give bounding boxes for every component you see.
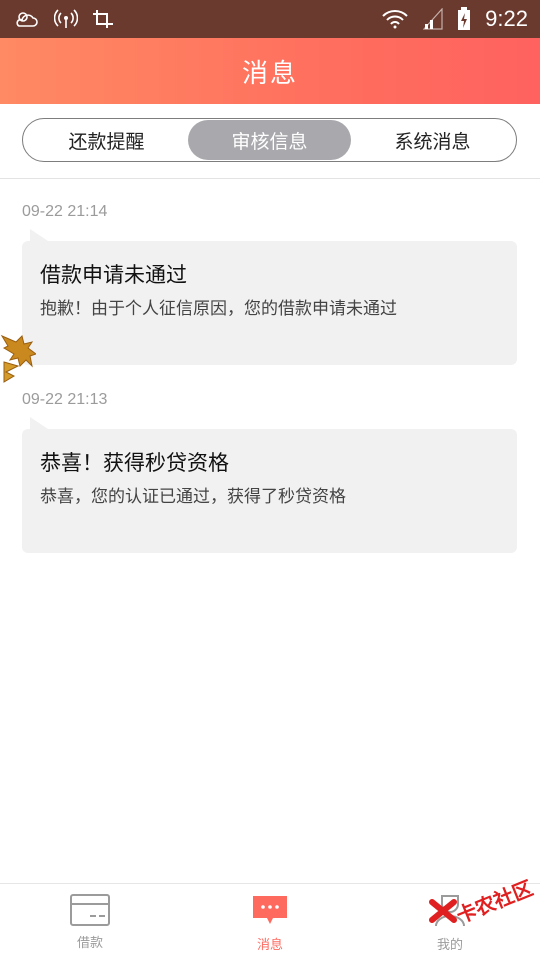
nav-item-messages[interactable]: 消息 (180, 884, 360, 961)
message-body: 抱歉！由于个人征信原因，您的借款申请未通过 (40, 299, 397, 319)
message-body: 恭喜，您的认证已通过，获得了秒贷资格 (40, 487, 346, 507)
tab-system-messages[interactable]: 系统消息 (351, 120, 514, 160)
message-list: 09-22 21:14 借款申请未通过 抱歉！由于个人征信原因，您的借款申请未通… (0, 178, 540, 883)
nav-item-loan[interactable]: 借款 (0, 884, 180, 961)
segmented-control: 还款提醒 审核信息 系统消息 (22, 118, 517, 162)
nav-label: 消息 (256, 938, 283, 953)
message-title: 恭喜！获得秒贷资格 (40, 451, 229, 475)
wifi-icon (381, 9, 409, 29)
watermark: 卡农社区 (424, 868, 537, 938)
battery-charging-icon (457, 7, 471, 31)
cell-signal-icon (423, 8, 443, 30)
status-bar-right: 9:22 (381, 6, 528, 32)
weather-icon (14, 9, 40, 29)
maple-leaf-icon (0, 332, 38, 390)
signal-broadcast-icon (54, 9, 78, 29)
message-card[interactable]: 借款申请未通过 抱歉！由于个人征信原因，您的借款申请未通过 (22, 229, 517, 365)
message-time: 09-22 21:13 (22, 391, 108, 408)
tabs-bar: 还款提醒 审核信息 系统消息 (0, 104, 540, 179)
card-icon (70, 894, 110, 926)
message-title: 借款申请未通过 (40, 263, 187, 287)
message-time: 09-22 21:14 (22, 203, 108, 220)
message-card[interactable]: 恭喜！获得秒贷资格 恭喜，您的认证已通过，获得了秒贷资格 (22, 417, 517, 553)
status-bar: 9:22 (0, 0, 540, 38)
page-title: 消息 (241, 58, 298, 89)
crop-icon (92, 9, 114, 29)
app-header: 消息 (0, 38, 540, 104)
status-bar-left (14, 9, 114, 29)
nav-label: 借款 (76, 936, 103, 951)
chat-bubble-icon (251, 894, 289, 928)
tab-repayment-reminder[interactable]: 还款提醒 (25, 120, 188, 160)
tab-review-info[interactable]: 审核信息 (188, 120, 351, 160)
watermark-text: 卡农社区 (452, 875, 537, 929)
status-time: 9:22 (485, 6, 528, 31)
